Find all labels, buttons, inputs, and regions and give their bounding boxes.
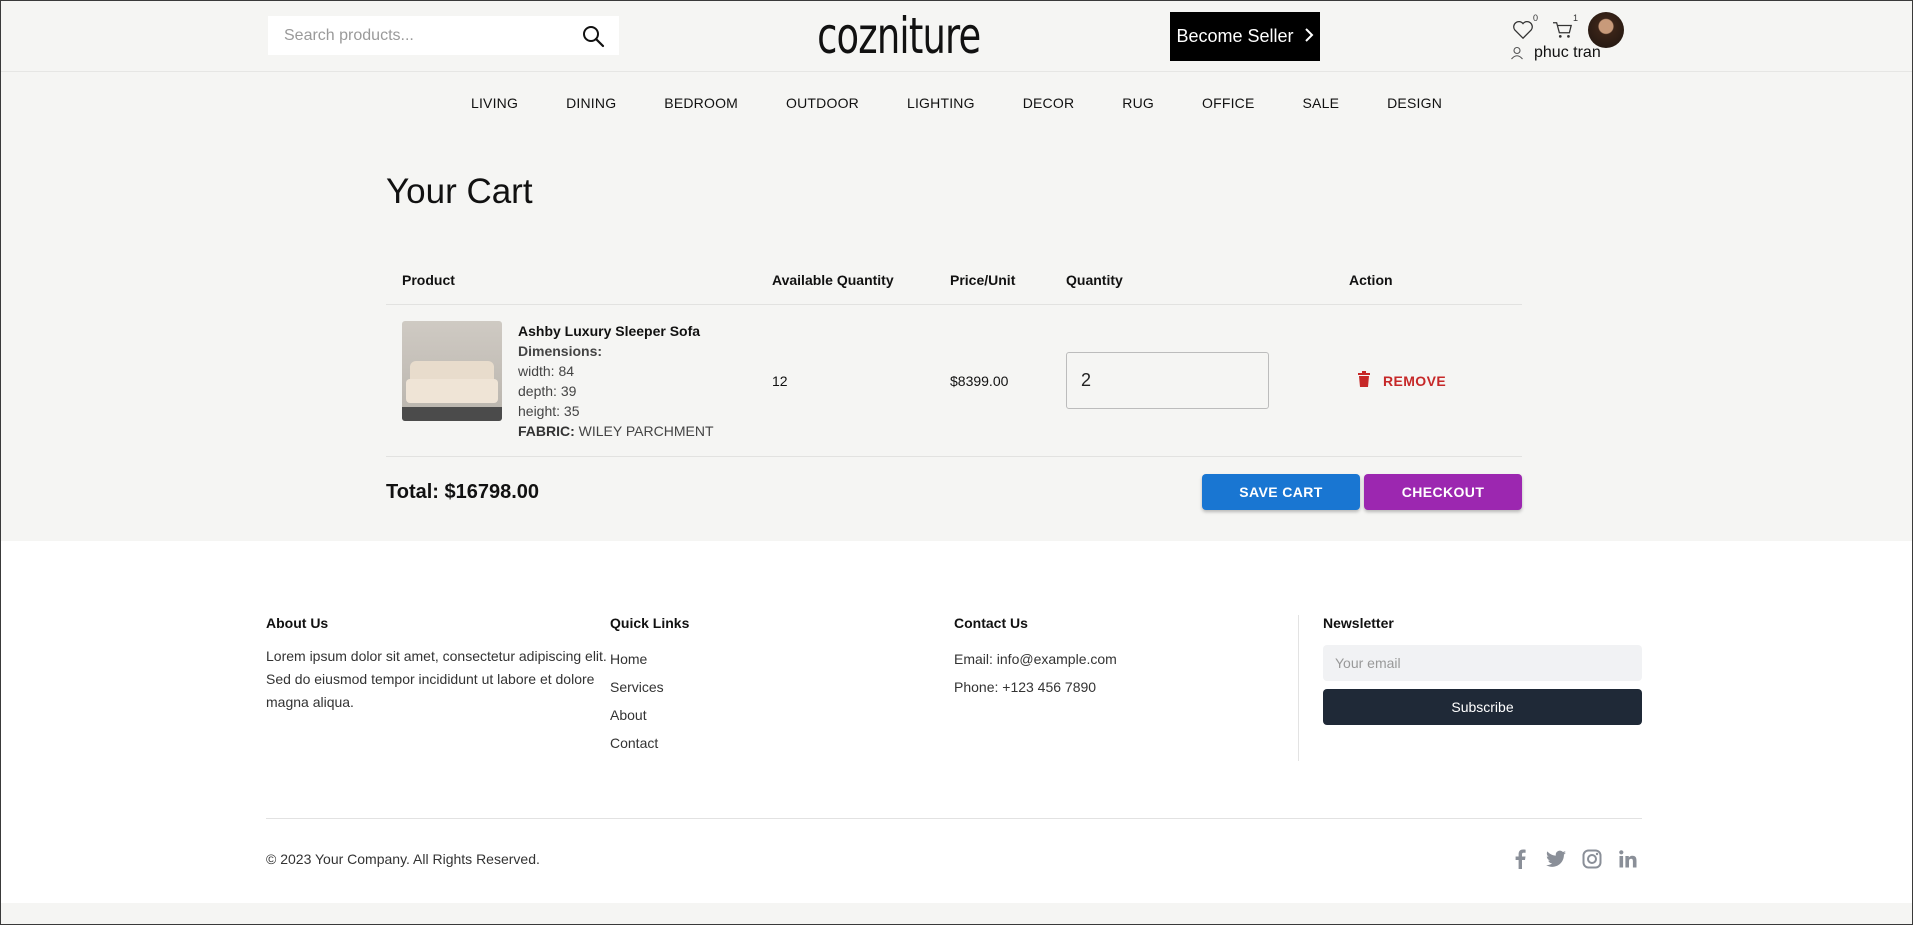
user-icon xyxy=(1510,46,1524,60)
footer-link-services[interactable]: Services xyxy=(610,673,910,701)
copyright-text: © 2023 Your Company. All Rights Reserved… xyxy=(266,851,540,867)
save-cart-button[interactable]: SAVE CART xyxy=(1202,474,1360,510)
about-title: About Us xyxy=(266,615,329,631)
footer-about: About Us Lorem ipsum dolor sit amet, con… xyxy=(266,615,611,714)
fabric-line: FABRIC: WILEY PARCHMENT xyxy=(518,421,714,441)
table-row: Ashby Luxury Sleeper Sofa Dimensions: wi… xyxy=(386,305,1522,457)
avatar[interactable] xyxy=(1588,12,1624,48)
page-bottom-strip xyxy=(0,903,1913,925)
column-header-action: Action xyxy=(1349,271,1393,288)
nav-item-bedroom[interactable]: BEDROOM xyxy=(640,95,762,111)
social-links xyxy=(1510,849,1638,869)
nav-item-sale[interactable]: SALE xyxy=(1279,95,1364,111)
username: phuc tran xyxy=(1534,44,1601,61)
quick-links-title: Quick Links xyxy=(610,615,690,631)
checkout-button[interactable]: CHECKOUT xyxy=(1364,474,1522,510)
site-header: cozniture Become Seller 0 1 phuc tran xyxy=(0,0,1913,72)
newsletter-title: Newsletter xyxy=(1323,615,1394,631)
nav-item-decor[interactable]: DECOR xyxy=(999,95,1099,111)
cart-table-header: Product Available Quantity Price/Unit Qu… xyxy=(386,255,1522,305)
search-icon[interactable] xyxy=(579,22,607,50)
cart-total: Total: $16798.00 xyxy=(386,481,540,503)
become-seller-button[interactable]: Become Seller xyxy=(1170,12,1320,61)
search-input[interactable] xyxy=(284,26,579,45)
footer-contact: Contact Us Email: info@example.com Phone… xyxy=(954,615,1254,701)
nav-item-lighting[interactable]: LIGHTING xyxy=(883,95,999,111)
contact-email: Email: info@example.com xyxy=(954,651,1117,667)
available-quantity: 12 xyxy=(772,372,788,389)
category-nav: LIVING DINING BEDROOM OUTDOOR LIGHTING D… xyxy=(0,95,1913,111)
wishlist-count: 0 xyxy=(1532,13,1538,23)
contact-phone: Phone: +123 456 7890 xyxy=(954,679,1097,695)
column-header-product: Product xyxy=(402,271,455,288)
column-header-price: Price/Unit xyxy=(950,271,1016,288)
dimension-height: height: 35 xyxy=(518,402,580,419)
header-icons: 0 1 xyxy=(1510,12,1624,48)
wishlist-icon[interactable]: 0 xyxy=(1510,13,1538,43)
product-image[interactable] xyxy=(402,320,502,421)
dimensions-label: Dimensions: xyxy=(518,342,603,359)
chevron-right-icon xyxy=(1304,26,1314,47)
footer-newsletter: Newsletter Subscribe xyxy=(1323,615,1642,725)
subscribe-button[interactable]: Subscribe xyxy=(1323,689,1642,725)
product-cell: Ashby Luxury Sleeper Sofa Dimensions: wi… xyxy=(386,320,772,441)
site-logo[interactable]: cozniture xyxy=(817,6,981,66)
cart-count: 1 xyxy=(1572,13,1578,23)
nav-item-rug[interactable]: RUG xyxy=(1098,95,1178,111)
instagram-icon[interactable] xyxy=(1582,849,1602,869)
quantity-cell xyxy=(1066,352,1349,409)
site-footer: About Us Lorem ipsum dolor sit amet, con… xyxy=(0,541,1913,903)
linkedin-icon[interactable] xyxy=(1618,849,1638,869)
remove-button[interactable]: REMOVE xyxy=(1349,371,1499,390)
footer-divider-vertical xyxy=(1298,615,1299,761)
unit-price: $8399.00 xyxy=(950,372,1009,389)
fabric-label: FABRIC: xyxy=(518,422,575,439)
column-header-available: Available Quantity xyxy=(772,271,894,288)
cart-table: Product Available Quantity Price/Unit Qu… xyxy=(386,255,1522,457)
twitter-icon[interactable] xyxy=(1546,849,1566,869)
footer-link-home[interactable]: Home xyxy=(610,645,910,673)
search-bar xyxy=(268,16,619,55)
quantity-input[interactable] xyxy=(1066,352,1269,409)
cart-icon[interactable]: 1 xyxy=(1550,13,1578,43)
footer-link-contact[interactable]: Contact xyxy=(610,729,910,757)
about-text: Lorem ipsum dolor sit amet, consectetur … xyxy=(266,648,607,710)
footer-quick-links: Quick Links Home Services About Contact xyxy=(610,615,910,757)
newsletter-email-input[interactable] xyxy=(1323,645,1642,681)
user-account[interactable]: phuc tran xyxy=(1510,44,1601,62)
remove-label: REMOVE xyxy=(1383,372,1447,389)
facebook-icon[interactable] xyxy=(1510,849,1530,869)
product-name[interactable]: Ashby Luxury Sleeper Sofa xyxy=(518,321,714,341)
footer-link-about[interactable]: About xyxy=(610,701,910,729)
dimension-depth: depth: 39 xyxy=(518,382,577,399)
become-seller-label: Become Seller xyxy=(1176,26,1294,46)
product-info: Ashby Luxury Sleeper Sofa Dimensions: wi… xyxy=(518,321,714,441)
fabric-value: WILEY PARCHMENT xyxy=(578,422,714,439)
nav-item-outdoor[interactable]: OUTDOOR xyxy=(762,95,883,111)
contact-title: Contact Us xyxy=(954,615,1028,631)
nav-item-living[interactable]: LIVING xyxy=(447,95,542,111)
page-title: Your Cart xyxy=(386,172,533,211)
action-cell: REMOVE xyxy=(1349,371,1499,390)
nav-item-design[interactable]: DESIGN xyxy=(1363,95,1466,111)
footer-divider xyxy=(266,818,1642,819)
nav-item-office[interactable]: OFFICE xyxy=(1178,95,1279,111)
column-header-quantity: Quantity xyxy=(1066,271,1123,288)
trash-icon xyxy=(1357,371,1371,390)
dimension-width: width: 84 xyxy=(518,362,575,379)
nav-item-dining[interactable]: DINING xyxy=(542,95,640,111)
